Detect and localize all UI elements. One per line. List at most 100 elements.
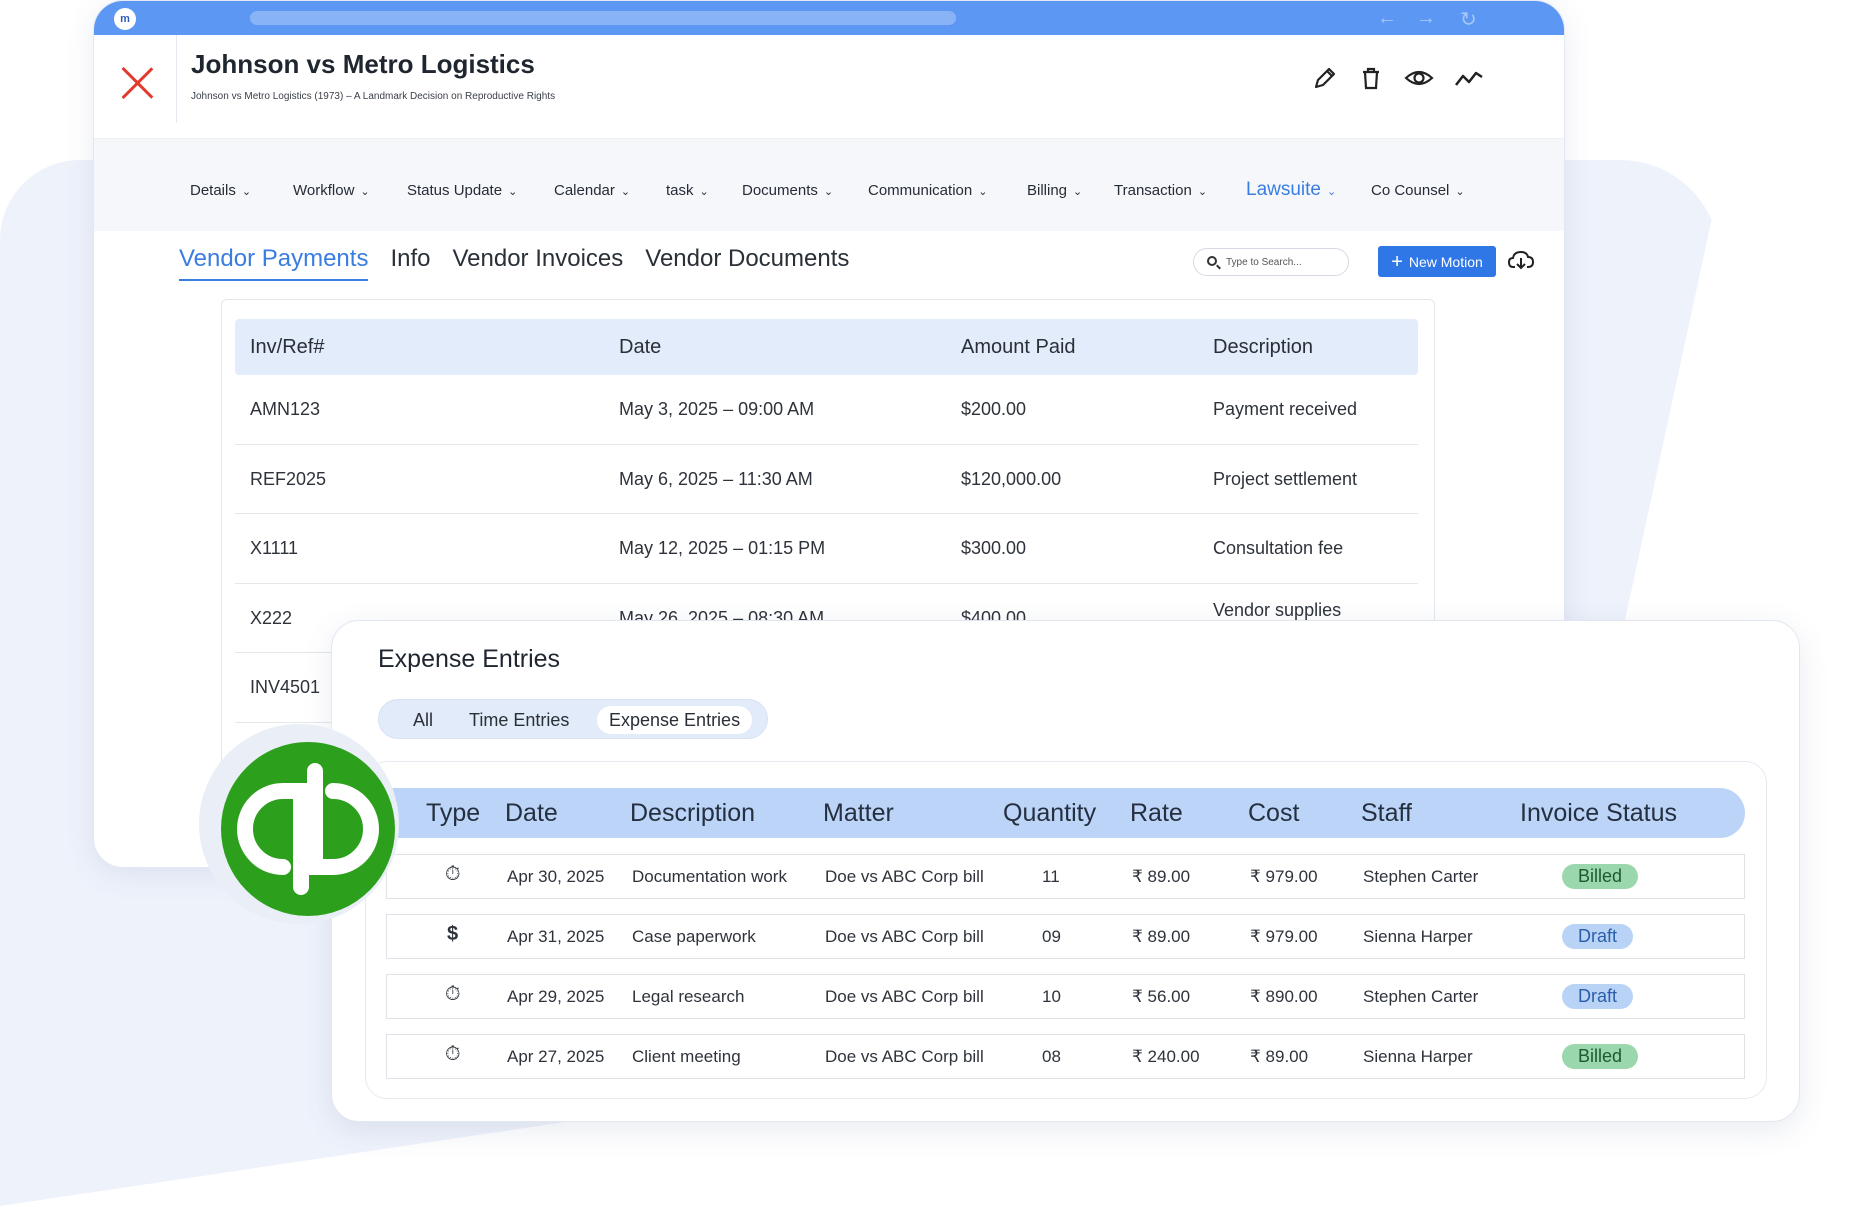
table-header: Type Date Description Matter Quantity Ra… xyxy=(386,788,1745,838)
search-input[interactable]: Type to Search... xyxy=(1193,248,1349,276)
quantity-cell: 10 xyxy=(1042,987,1061,1006)
matter-cell: Doe vs ABC Corp bill xyxy=(825,867,984,886)
chevron-down-icon: ⌄ xyxy=(1073,186,1083,198)
chevron-down-icon: ⌄ xyxy=(508,186,518,198)
table-row[interactable]: X1111 May 12, 2025 – 01:15 PM $300.00 Co… xyxy=(235,514,1418,584)
pencil-icon[interactable] xyxy=(1312,65,1338,91)
column-header: Matter xyxy=(823,799,894,827)
table-row[interactable]: ⏱ Apr 27, 2025 Client meeting Doe vs ABC… xyxy=(386,1034,1745,1079)
status-badge: Draft xyxy=(1562,984,1634,1009)
filter-time-entries[interactable]: Time Entries xyxy=(457,706,581,734)
tab-info[interactable]: Info xyxy=(390,245,430,281)
table-row[interactable]: REF2025 May 6, 2025 – 11:30 AM $120,000.… xyxy=(235,445,1418,514)
chevron-down-icon: ⌄ xyxy=(241,186,252,198)
menu-transaction[interactable]: Transaction ⌄ xyxy=(1114,182,1207,199)
column-header: Rate xyxy=(1130,799,1183,827)
dollar-icon: $ xyxy=(447,923,459,945)
amount-cell: $200.00 xyxy=(961,399,1027,419)
menu-communication[interactable]: Communication ⌄ xyxy=(868,182,987,199)
date-cell: May 3, 2025 – 09:00 AM xyxy=(619,399,815,419)
column-header: Staff xyxy=(1361,799,1412,827)
back-arrow-icon[interactable]: ← xyxy=(1377,7,1397,30)
rate-cell: ₹ 240.00 xyxy=(1132,1047,1200,1066)
ref-cell: X222 xyxy=(250,607,293,628)
staff-cell: Sienna Harper xyxy=(1363,1047,1473,1066)
filter-all[interactable]: All xyxy=(401,706,445,734)
forward-arrow-icon[interactable]: → xyxy=(1416,7,1436,30)
table-row[interactable]: $ Apr 31, 2025 Case paperwork Doe vs ABC… xyxy=(386,914,1745,959)
browser-titlebar: m ← → ↻ xyxy=(94,1,1564,35)
ref-cell: INV4501 xyxy=(250,677,321,697)
sub-tabs: Vendor Payments Info Vendor Invoices Ven… xyxy=(179,245,849,281)
url-bar[interactable] xyxy=(250,11,956,25)
staff-cell: Sienna Harper xyxy=(1363,927,1473,946)
table-row[interactable]: AMN123 May 3, 2025 – 09:00 AM $200.00 Pa… xyxy=(235,375,1418,445)
chevron-down-icon: ⌄ xyxy=(360,186,370,198)
close-icon[interactable] xyxy=(119,65,155,101)
cost-cell: ₹ 89.00 xyxy=(1250,1047,1309,1066)
column-header: Invoice Status xyxy=(1520,799,1678,827)
tab-vendor-documents[interactable]: Vendor Documents xyxy=(645,245,849,281)
status-badge: Draft xyxy=(1562,924,1634,949)
eye-icon[interactable] xyxy=(1404,65,1434,91)
quantity-cell: 08 xyxy=(1042,1047,1061,1066)
menu-documents[interactable]: Documents ⌄ xyxy=(742,182,833,199)
description-cell: Vendor supplies xyxy=(1213,599,1342,620)
rate-cell: ₹ 89.00 xyxy=(1132,927,1191,946)
amount-cell: $120,000.00 xyxy=(961,468,1062,489)
date-cell: May 12, 2025 – 01:15 PM xyxy=(619,538,826,558)
table-row[interactable]: ⏱ Apr 30, 2025 Documentation work Doe vs… xyxy=(386,854,1745,899)
page-title: Johnson vs Metro Logistics xyxy=(191,49,535,79)
amount-cell: $300.00 xyxy=(961,538,1027,558)
reload-icon[interactable]: ↻ xyxy=(1460,7,1477,32)
divider xyxy=(176,35,177,123)
trash-icon[interactable] xyxy=(1358,65,1384,91)
menu-billing[interactable]: Billing ⌄ xyxy=(1027,182,1082,199)
matter-cell: Doe vs ABC Corp bill xyxy=(825,927,984,946)
column-header: Amount Paid xyxy=(961,336,1076,358)
description-cell: Client meeting xyxy=(632,1047,741,1066)
date-cell: Apr 30, 2025 xyxy=(507,867,605,886)
column-header: Quantity xyxy=(1003,799,1097,827)
new-motion-button[interactable]: + New Motion xyxy=(1378,246,1496,277)
table-row[interactable]: ⏱ Apr 29, 2025 Legal research Doe vs ABC… xyxy=(386,974,1745,1019)
rate-cell: ₹ 89.00 xyxy=(1132,867,1191,886)
menu-task[interactable]: task ⌄ xyxy=(666,182,709,199)
column-header: Inv/Ref# xyxy=(250,336,325,358)
timer-icon: ⏱ xyxy=(445,863,461,885)
description-cell: Legal research xyxy=(632,987,745,1006)
chevron-down-icon: ⌄ xyxy=(1455,186,1465,198)
case-header: Johnson vs Metro Logistics Johnson vs Me… xyxy=(94,35,1564,139)
cloud-download-icon[interactable] xyxy=(1507,249,1535,271)
menu-details[interactable]: Details ⌄ xyxy=(190,182,251,199)
trend-icon[interactable] xyxy=(1454,65,1484,91)
filter-expense-entries[interactable]: Expense Entries xyxy=(597,706,753,734)
entry-filter: All Time Entries Expense Entries xyxy=(378,699,768,739)
description-cell: Documentation work xyxy=(632,867,787,886)
ref-cell: X1111 xyxy=(250,538,299,558)
timer-icon: ⏱ xyxy=(445,1043,461,1065)
cost-cell: ₹ 979.00 xyxy=(1250,927,1318,946)
menu-status-update[interactable]: Status Update ⌄ xyxy=(407,182,517,199)
matter-cell: Doe vs ABC Corp bill xyxy=(825,987,984,1006)
app-logo-icon: m xyxy=(114,8,136,30)
cost-cell: ₹ 890.00 xyxy=(1250,987,1318,1006)
search-icon xyxy=(1207,256,1217,266)
plus-icon: + xyxy=(1391,250,1403,273)
quickbooks-logo xyxy=(199,724,399,924)
menu-calendar[interactable]: Calendar ⌄ xyxy=(554,182,630,199)
ref-cell: REF2025 xyxy=(250,468,327,489)
ref-cell: AMN123 xyxy=(250,399,321,419)
page-subtitle: Johnson vs Metro Logistics (1973) – A La… xyxy=(191,91,556,102)
quantity-cell: 11 xyxy=(1042,867,1060,886)
menu-co-counsel[interactable]: Co Counsel ⌄ xyxy=(1371,182,1465,199)
chevron-down-icon: ⌄ xyxy=(620,186,631,198)
column-header: Description xyxy=(1213,336,1314,358)
quantity-cell: 09 xyxy=(1042,927,1061,946)
tab-vendor-invoices[interactable]: Vendor Invoices xyxy=(452,245,623,281)
tab-vendor-payments[interactable]: Vendor Payments xyxy=(179,245,369,281)
chevron-down-icon: ⌄ xyxy=(978,186,988,198)
menu-lawsuite[interactable]: Lawsuite ⌄ xyxy=(1246,179,1336,201)
column-header: Cost xyxy=(1248,799,1300,827)
menu-workflow[interactable]: Workflow ⌄ xyxy=(293,182,370,199)
